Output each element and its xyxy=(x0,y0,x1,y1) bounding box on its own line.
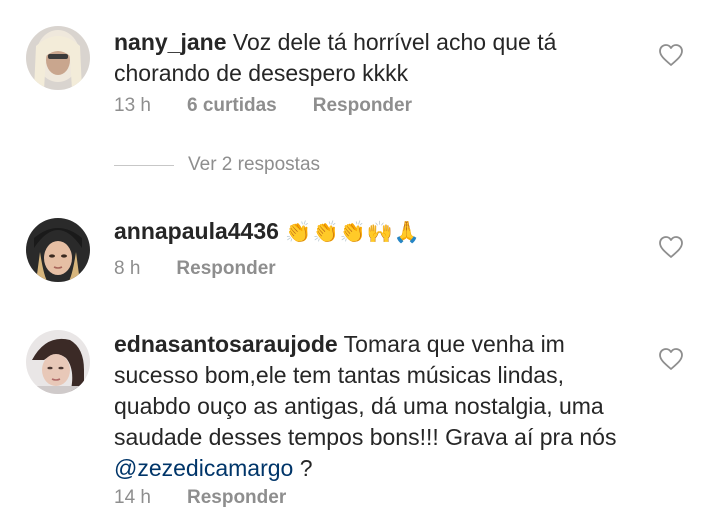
comment-time: 8 h xyxy=(114,258,141,279)
comment-likes[interactable]: 6 curtidas xyxy=(187,95,277,117)
comment-text: nany_jane Voz dele tá horrível acho que … xyxy=(114,27,640,89)
comment-body-end: ? xyxy=(293,455,313,481)
heart-outline-icon[interactable] xyxy=(658,43,684,67)
reply-button[interactable]: Responder xyxy=(187,487,286,509)
reply-button[interactable]: Responder xyxy=(313,95,412,117)
reply-button[interactable]: Responder xyxy=(176,258,275,280)
divider-line xyxy=(114,164,174,166)
heart-outline-icon[interactable] xyxy=(658,347,684,371)
heart-outline-icon[interactable] xyxy=(658,235,684,259)
comment-body: 👏👏👏🙌🙏 xyxy=(285,221,422,244)
comment-time: 13 h xyxy=(114,95,151,116)
comment-text: ednasantosaraujode Tomara que venha im s… xyxy=(114,329,640,484)
comment-username[interactable]: ednasantosaraujode xyxy=(114,331,338,357)
view-replies-label[interactable]: Ver 2 respostas xyxy=(188,154,320,176)
view-replies-button[interactable]: Ver 2 respostas xyxy=(114,154,320,176)
comment-meta: 8 h Responder xyxy=(114,258,276,280)
comment-meta: 13 h 6 curtidas Responder xyxy=(114,95,412,117)
comment-username[interactable]: nany_jane xyxy=(114,29,227,55)
mention-link[interactable]: @zezedicamargo xyxy=(114,455,293,481)
comment-username[interactable]: annapaula4436 xyxy=(114,218,279,244)
avatar[interactable] xyxy=(26,26,90,90)
avatar[interactable] xyxy=(26,218,90,282)
comment-text: annapaula4436 👏👏👏🙌🙏 xyxy=(114,216,640,248)
comment-time: 14 h xyxy=(114,487,151,508)
avatar[interactable] xyxy=(26,330,90,394)
comment-meta: 14 h Responder xyxy=(114,487,286,509)
